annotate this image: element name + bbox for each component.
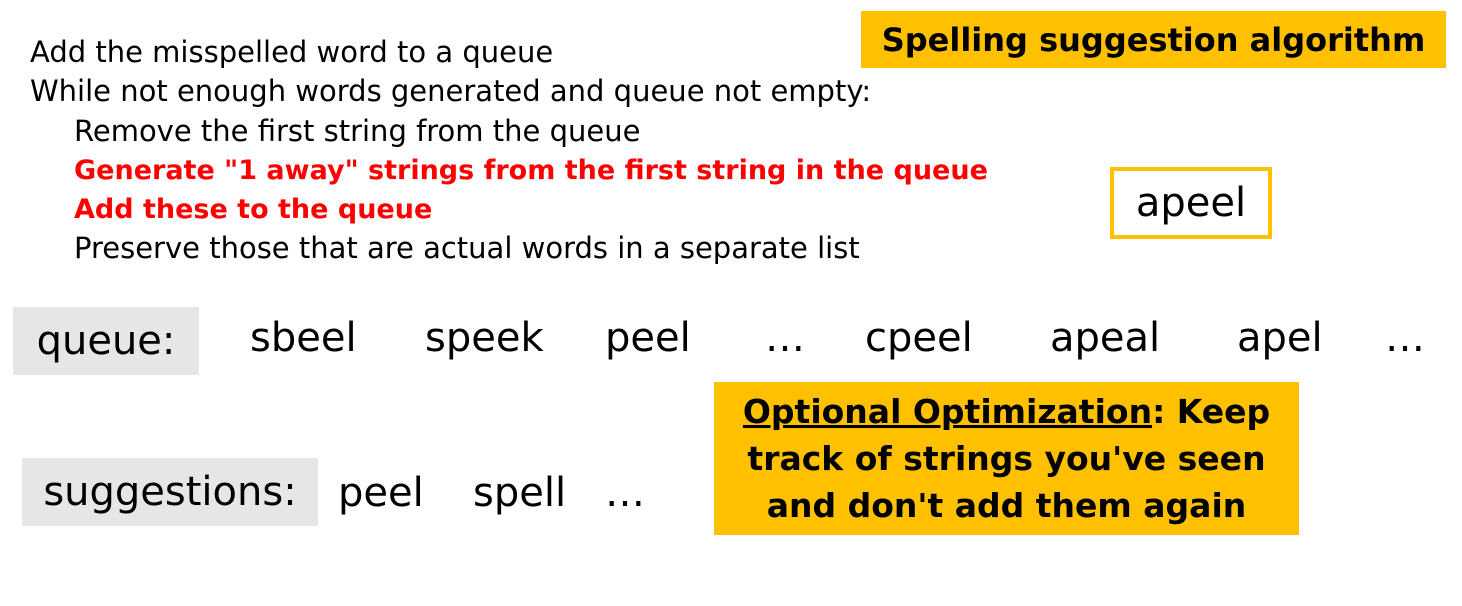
step-add-word: Add the misspelled word to a queue [30, 35, 554, 69]
queue-item: apel [1237, 315, 1323, 361]
step-preserve-words: Preserve those that are actual words in … [74, 231, 860, 265]
queue-item: apeal [1050, 315, 1161, 361]
queue-label: queue: [13, 307, 199, 375]
queue-ellipsis: … [1385, 315, 1425, 361]
step-while-loop: While not enough words generated and que… [30, 74, 872, 108]
suggestions-label: suggestions: [22, 458, 318, 526]
optimization-heading: Optional Optimization [742, 392, 1153, 431]
queue-ellipsis: … [765, 315, 805, 361]
optimization-line-1: Optional Optimization: Keep [714, 388, 1299, 435]
suggestion-item: peel [338, 470, 424, 516]
title-banner: Spelling suggestion algorithm [861, 11, 1446, 68]
title: Spelling suggestion algorithm [881, 20, 1426, 59]
misspelled-word: apeel [1135, 180, 1247, 226]
optimization-line-2: track of strings you've seen [747, 439, 1266, 478]
optimization-line-3: and don't add them again [766, 486, 1247, 525]
step-add-to-queue: Add these to the queue [74, 194, 433, 225]
misspelled-word-box: apeel [1110, 167, 1272, 239]
step-remove-first: Remove the first string from the queue [74, 114, 641, 148]
optimization-note: Optional Optimization: Keep track of str… [714, 382, 1299, 535]
suggestion-ellipsis: … [605, 470, 645, 516]
queue-item: speek [425, 315, 544, 361]
optimization-line-1-rest: : Keep [1152, 392, 1271, 431]
queue-item: cpeel [865, 315, 973, 361]
queue-item: sbeel [250, 315, 357, 361]
queue-item: peel [605, 315, 691, 361]
suggestion-item: spell [473, 470, 567, 516]
step-generate-strings: Generate "1 away" strings from the first… [74, 155, 988, 186]
